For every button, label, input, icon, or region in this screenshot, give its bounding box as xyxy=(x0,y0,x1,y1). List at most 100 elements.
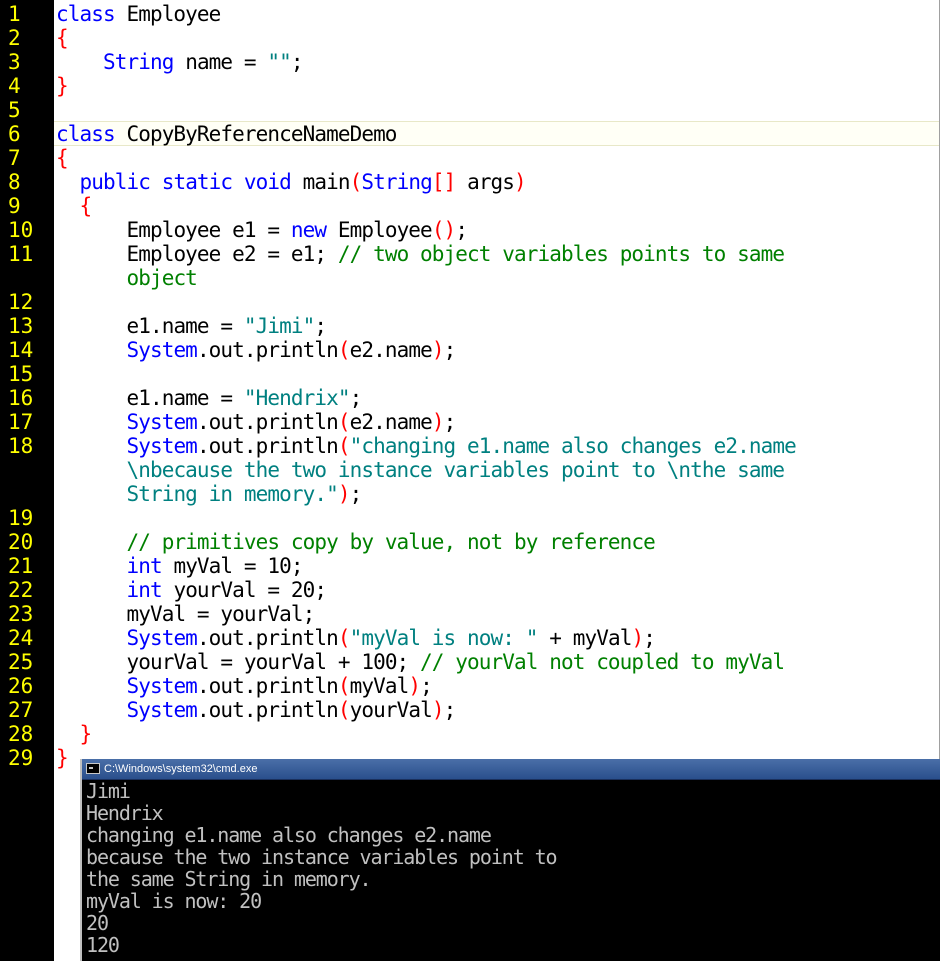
line-number: 8 xyxy=(8,170,21,194)
code-line: String name = ""; xyxy=(56,50,304,74)
type-token: String xyxy=(361,170,432,194)
console-window[interactable]: C:\Windows\system32\cmd.exe Jimi Hendrix… xyxy=(80,759,940,961)
code-line: System.out.println(e2.name); xyxy=(56,410,457,434)
code-token: .out.println xyxy=(196,338,339,362)
code-token: ; xyxy=(290,50,304,74)
brace-token: ) xyxy=(431,410,445,434)
brace-token: ) xyxy=(514,170,527,194)
console-output-line: because the two instance variables point… xyxy=(86,845,558,869)
brace-token: } xyxy=(79,722,93,746)
console-titlebar[interactable]: C:\Windows\system32\cmd.exe xyxy=(82,759,940,780)
line-number: 10 xyxy=(8,218,34,242)
code-token: ; xyxy=(643,626,656,650)
keyword-token: new xyxy=(290,218,327,242)
line-number: 22 xyxy=(8,578,34,602)
line-number: 19 xyxy=(8,506,34,530)
console-title: C:\Windows\system32\cmd.exe xyxy=(104,763,258,775)
code-line-wrap: object xyxy=(56,266,197,290)
code-line: { xyxy=(56,194,93,218)
code-token: main xyxy=(290,170,351,194)
comment-token: // yourVal not coupled to myVal xyxy=(420,650,785,674)
line-number: 13 xyxy=(8,314,34,338)
console-output-line: the same String in memory. xyxy=(86,867,372,891)
code-token: myVal xyxy=(349,674,410,698)
line-number: 26 xyxy=(8,674,34,698)
code-token: name = xyxy=(173,50,268,74)
code-token: + myVal xyxy=(537,626,632,650)
type-token: String xyxy=(102,50,174,74)
type-token: System xyxy=(126,410,197,434)
code-line: Employee e1 = new Employee(); xyxy=(56,218,467,242)
brace-token: ( xyxy=(337,698,351,722)
cmd-icon[interactable] xyxy=(86,763,100,774)
type-token: System xyxy=(126,626,197,650)
string-token: \nbecause the two instance variables poi… xyxy=(126,458,785,482)
code-token: CopyByReferenceNameDemo xyxy=(114,122,397,146)
line-number: 28 xyxy=(8,722,34,746)
code-line: // primitives copy by value, not by refe… xyxy=(56,530,655,554)
console-output-line: Jimi xyxy=(86,779,131,803)
comment-token: // two object variables points to same xyxy=(337,242,785,266)
console-output-line: 120 xyxy=(86,933,120,957)
code-token: e2.name xyxy=(349,410,433,434)
brace-token: ) xyxy=(431,698,445,722)
code-line: { xyxy=(56,26,69,50)
code-line: } xyxy=(56,746,69,770)
code-line: } xyxy=(56,74,69,98)
code-line: System.out.println(e2.name); xyxy=(56,338,456,362)
code-token: myVal = yourVal; xyxy=(126,602,315,626)
line-number: 20 xyxy=(8,530,34,554)
brace-token: [] xyxy=(431,170,456,194)
brace-token: ) xyxy=(631,626,644,650)
brace-token: { xyxy=(56,146,69,170)
code-token: yourVal = yourVal + 100; xyxy=(126,650,421,674)
code-line: e1.name = "Jimi"; xyxy=(56,314,327,338)
brace-token: } xyxy=(56,746,69,770)
string-token: String in memory." xyxy=(126,482,338,506)
code-token: .out.println xyxy=(196,674,339,698)
console-output-line: changing e1.name also changes e2.name xyxy=(86,823,492,847)
code-line: class Employee xyxy=(56,2,221,26)
code-token: ; xyxy=(455,218,468,242)
string-token: "Jimi" xyxy=(243,314,315,338)
line-number: 6 xyxy=(8,122,21,146)
console-output-line: Hendrix xyxy=(86,801,164,825)
brace-token: ( xyxy=(337,410,351,434)
line-number: 17 xyxy=(8,410,34,434)
code-line: System.out.println("changing e1.name als… xyxy=(56,434,796,458)
code-token: ; xyxy=(420,674,433,698)
string-token: "myVal is now: " xyxy=(349,626,539,650)
code-line: int myVal = 10; xyxy=(56,554,303,578)
line-number: 2 xyxy=(8,26,21,50)
code-token: .out.println xyxy=(196,410,339,434)
comment-token: // primitives copy by value, not by refe… xyxy=(126,530,655,554)
keyword-token: public static void xyxy=(79,170,292,194)
code-token: ; xyxy=(443,410,457,434)
code-line: yourVal = yourVal + 100; // yourVal not … xyxy=(56,650,785,674)
string-token: "Hendrix" xyxy=(243,386,351,410)
brace-token: { xyxy=(79,194,93,218)
type-token: System xyxy=(126,338,197,362)
code-token: e2.name xyxy=(349,338,433,362)
code-line: e1.name = "Hendrix"; xyxy=(56,386,362,410)
code-token: .out.println xyxy=(196,698,339,722)
code-token: args xyxy=(455,170,515,194)
brace-token: { xyxy=(56,26,69,50)
brace-token: ( xyxy=(337,674,351,698)
console-output-line: myVal is now: 20 xyxy=(86,889,262,913)
keyword-token: class xyxy=(56,122,116,146)
keyword-token: int xyxy=(126,554,162,578)
comment-token: object xyxy=(126,266,197,290)
line-number: 11 xyxy=(8,242,34,266)
code-line: int yourVal = 20; xyxy=(56,578,327,602)
